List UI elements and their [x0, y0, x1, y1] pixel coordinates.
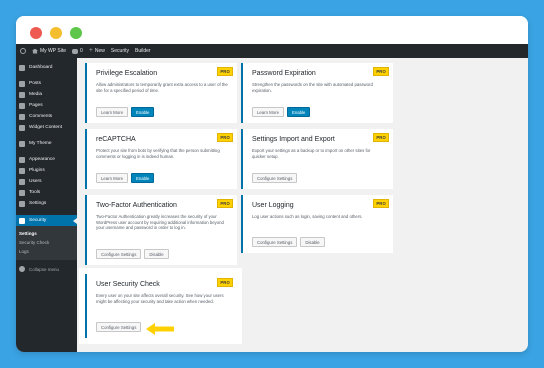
card-title: Settings Import and Export	[252, 136, 335, 143]
close-window-button[interactable]	[30, 27, 42, 39]
pointer-arrow-icon	[146, 323, 174, 335]
card-title: Privilege Escalation	[96, 70, 158, 77]
card-title: Two-Factor Authentication	[96, 202, 177, 209]
recaptcha-card: PRO reCAPTCHA Protect your site from bot…	[85, 129, 237, 189]
pro-badge: PRO	[373, 67, 389, 76]
sidebar-item-settings[interactable]: Settings	[16, 198, 77, 209]
brush-icon	[19, 156, 25, 163]
enable-button[interactable]: Enable	[130, 173, 155, 183]
card-description: Allow administrators to temporarily gran…	[96, 82, 228, 93]
configure-settings-button[interactable]: Configure Settings	[252, 237, 298, 247]
wordpress-logo-icon[interactable]	[20, 48, 26, 54]
sidebar-item-users[interactable]: Users	[16, 176, 77, 187]
submenu-item-security-check[interactable]: Security Check	[16, 238, 77, 247]
plugin-icon	[19, 167, 25, 174]
sidebar-item-pages[interactable]: Pages	[16, 100, 77, 111]
pin-icon	[19, 124, 25, 131]
browser-window: My WP Site 0 + New Security Builder Dashb…	[16, 16, 528, 352]
learn-more-button[interactable]: Learn More	[96, 107, 128, 117]
minimize-window-button[interactable]	[50, 27, 62, 39]
card-description: Log user actions such as login, saving c…	[252, 214, 363, 219]
user-icon	[19, 178, 25, 185]
configure-settings-button[interactable]: Configure Settings	[252, 173, 298, 183]
submenu-item-logs[interactable]: Logs	[16, 247, 77, 256]
user-logging-card: PRO User Logging Log user actions such a…	[241, 195, 393, 253]
security-menu-link[interactable]: Security	[111, 48, 129, 54]
sidebar-item-my-theme[interactable]: My Theme	[16, 138, 77, 149]
comments-link[interactable]: 0	[72, 48, 83, 54]
disable-button[interactable]: Disable	[300, 237, 325, 247]
sidebar-item-plugins[interactable]: Plugins	[16, 165, 77, 176]
plus-icon: +	[88, 47, 93, 54]
sidebar-item-tools[interactable]: Tools	[16, 187, 77, 198]
dashboard-icon	[19, 64, 25, 71]
sidebar-item-appearance[interactable]: Appearance	[16, 154, 77, 165]
maximize-window-button[interactable]	[70, 27, 82, 39]
two-factor-authentication-card: PRO Two-Factor Authentication Two-Factor…	[85, 195, 237, 265]
card-description: Strengthen the passwords on the site wit…	[252, 82, 373, 93]
new-content-link[interactable]: + New	[88, 47, 105, 54]
sidebar-item-dashboard[interactable]: Dashboard	[16, 62, 77, 73]
configure-settings-button[interactable]: Configure Settings	[96, 322, 142, 332]
card-description: Protect your site from bots by verifying…	[96, 148, 220, 159]
pin-icon	[19, 80, 25, 87]
card-title: reCAPTCHA	[96, 136, 136, 143]
collapse-menu-button[interactable]: Collapse menu	[16, 263, 77, 275]
password-expiration-card: PRO Password Expiration Strengthen the p…	[241, 63, 393, 123]
comment-bubble-icon	[72, 48, 79, 54]
pro-badge: PRO	[373, 133, 389, 142]
disable-button[interactable]: Disable	[144, 249, 169, 259]
pro-badge: PRO	[373, 199, 389, 208]
privilege-escalation-card: PRO Privilege Escalation Allow administr…	[85, 63, 237, 123]
media-icon	[19, 91, 25, 98]
home-icon	[32, 48, 38, 54]
page-icon	[19, 102, 25, 109]
card-title: User Logging	[252, 202, 294, 209]
card-description: Every user on your site affects overall …	[96, 293, 224, 304]
enable-button[interactable]: Enable	[286, 107, 311, 117]
collapse-icon	[19, 266, 25, 272]
sidebar-item-media[interactable]: Media	[16, 89, 77, 100]
wrench-icon	[19, 189, 25, 196]
site-name-link[interactable]: My WP Site	[32, 48, 66, 54]
wp-admin-bar: My WP Site 0 + New Security Builder	[16, 44, 528, 58]
card-title: Password Expiration	[252, 70, 316, 77]
pro-badge: PRO	[217, 133, 233, 142]
card-description: Export your settings as a backup or to i…	[252, 148, 371, 159]
comment-icon	[19, 113, 25, 120]
enable-button[interactable]: Enable	[130, 107, 155, 117]
sidebar-item-comments[interactable]: Comments	[16, 111, 77, 122]
builder-menu-link[interactable]: Builder	[135, 48, 151, 54]
security-submenu: Settings Security Check Logs	[16, 226, 77, 260]
theme-icon	[19, 140, 25, 147]
sidebar-item-widget-content[interactable]: Widget Content	[16, 122, 77, 133]
shield-icon	[19, 217, 25, 224]
learn-more-button[interactable]: Learn More	[252, 107, 284, 117]
submenu-item-settings[interactable]: Settings	[16, 229, 77, 238]
admin-sidebar: Dashboard Posts Media Pages Comments Wid…	[16, 58, 77, 352]
pro-badge: PRO	[217, 199, 233, 208]
card-title: User Security Check	[96, 281, 160, 288]
sidebar-item-posts[interactable]: Posts	[16, 78, 77, 89]
settings-import-export-card: PRO Settings Import and Export Export yo…	[241, 129, 393, 189]
settings-icon	[19, 200, 25, 207]
sidebar-item-security[interactable]: Security	[16, 215, 77, 226]
configure-settings-button[interactable]: Configure Settings	[96, 249, 142, 259]
card-description: Two-Factor Authentication greatly increa…	[96, 214, 224, 231]
learn-more-button[interactable]: Learn More	[96, 173, 128, 183]
pro-badge: PRO	[217, 278, 233, 287]
pro-badge: PRO	[217, 67, 233, 76]
